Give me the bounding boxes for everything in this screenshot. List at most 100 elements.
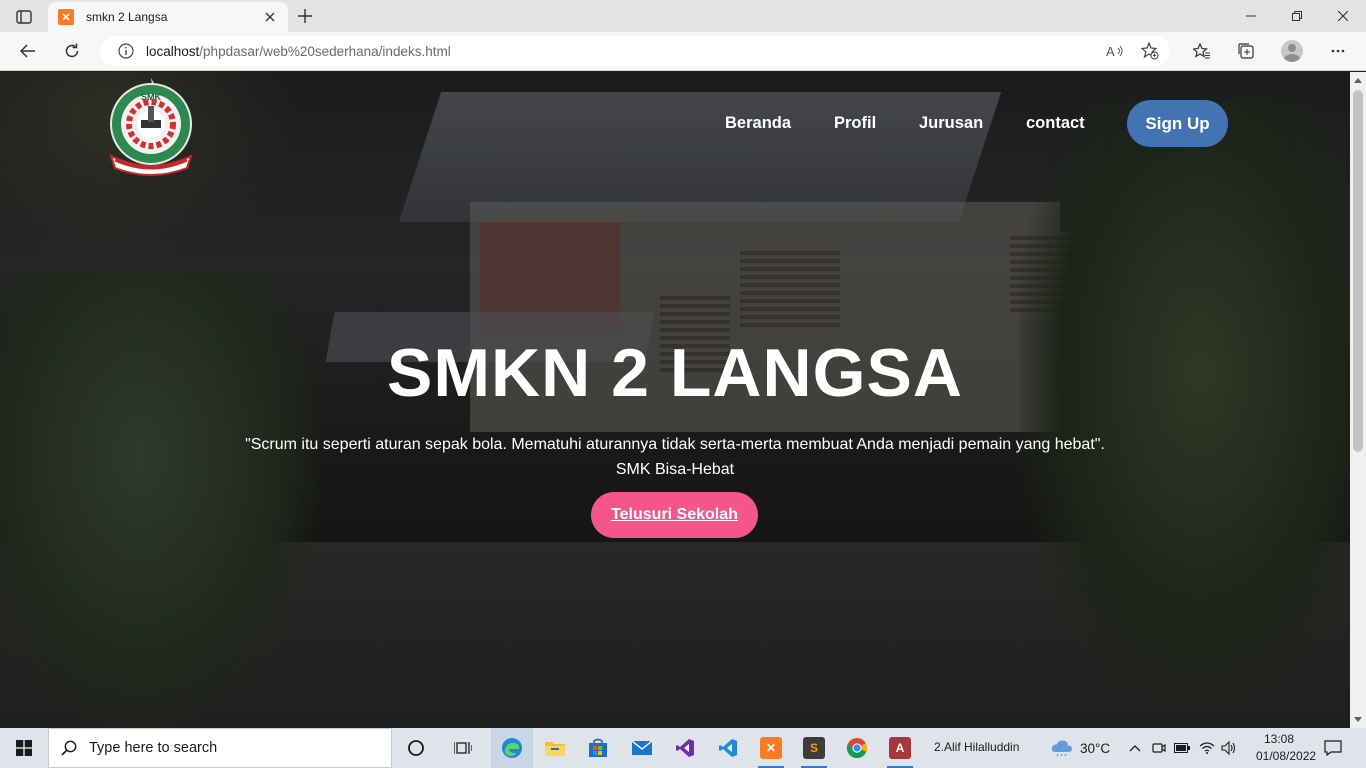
school-logo[interactable]: SMK	[101, 76, 201, 176]
weather-widget[interactable]: 30°C	[1050, 728, 1110, 768]
tab-close-icon[interactable]	[262, 9, 278, 25]
taskbar-store[interactable]	[577, 728, 619, 768]
restore-icon	[1292, 11, 1302, 21]
refresh-icon	[64, 43, 80, 59]
profile-button[interactable]	[1277, 36, 1307, 66]
taskbar-visual-studio[interactable]	[664, 728, 706, 768]
taskbar-user-label[interactable]: 2.Alif Hilalluddin	[934, 740, 1019, 754]
avatar	[1281, 40, 1303, 62]
browser-tabstrip: ✕ smkn 2 Langsa	[0, 0, 1366, 32]
tray-volume[interactable]	[1221, 740, 1237, 756]
cloud-rain-icon	[1050, 739, 1074, 757]
nav-profil[interactable]: Profil	[834, 114, 876, 133]
notification-icon	[1324, 740, 1342, 756]
chevron-up-icon	[1129, 744, 1141, 752]
browser-toolbar: localhost/phpdasar/web%20sederhana/indek…	[0, 32, 1366, 71]
search-icon	[61, 740, 77, 756]
vscode-icon	[718, 738, 738, 758]
browser-tab-active[interactable]: ✕ smkn 2 Langsa	[48, 2, 288, 32]
settings-menu-button[interactable]	[1323, 36, 1353, 66]
clock-time: 13:08	[1263, 732, 1295, 746]
xampp-favicon-icon: ✕	[58, 9, 74, 25]
folder-icon	[544, 739, 566, 757]
hero-quote: "Scrum itu seperti aturan sepak bola. Me…	[245, 436, 1105, 453]
favorites-icon	[1193, 43, 1211, 59]
nav-beranda[interactable]: Beranda	[725, 114, 791, 133]
mail-icon	[631, 740, 653, 756]
explore-school-button[interactable]: Telusuri Sekolah	[591, 492, 758, 538]
windows-logo-icon	[16, 740, 32, 756]
taskbar-edge[interactable]	[491, 728, 533, 768]
back-arrow-icon	[20, 44, 36, 58]
wifi-icon	[1199, 742, 1215, 754]
close-window-button[interactable]	[1320, 0, 1366, 32]
taskbar-search-box[interactable]: Type here to search	[48, 728, 392, 768]
windows-taskbar: Type here to search ✕ S A 2.Alif Hilallu…	[0, 728, 1366, 768]
url-text: localhost/phpdasar/web%20sederhana/indek…	[146, 44, 451, 59]
page-viewport: SMK Beranda Profil Jurusan contact Sign …	[0, 72, 1350, 728]
address-bar[interactable]: localhost/phpdasar/web%20sederhana/indek…	[100, 36, 1170, 66]
taskbar-xampp[interactable]: ✕	[750, 728, 792, 768]
minimize-icon	[1246, 15, 1256, 17]
url-host: localhost	[146, 43, 200, 59]
show-hidden-icons-button[interactable]	[1127, 740, 1143, 756]
sublime-text-icon: S	[803, 737, 825, 759]
taskbar-sublime-text[interactable]: S	[793, 728, 835, 768]
taskbar-mail[interactable]	[621, 728, 663, 768]
tray-battery[interactable]	[1174, 740, 1190, 756]
chrome-icon	[846, 737, 868, 759]
restore-button[interactable]	[1274, 0, 1320, 32]
visual-studio-icon	[675, 738, 695, 758]
taskbar-file-explorer[interactable]	[534, 728, 576, 768]
taskbar-vscode[interactable]	[707, 728, 749, 768]
read-aloud-icon[interactable]: A	[1105, 42, 1125, 60]
edge-icon	[501, 737, 523, 759]
cortana-button[interactable]	[395, 728, 437, 768]
speaker-icon	[1221, 741, 1237, 755]
tab-actions-button[interactable]	[10, 6, 38, 28]
scroll-up-arrow-icon[interactable]	[1354, 78, 1362, 83]
store-icon	[588, 738, 608, 758]
search-placeholder: Type here to search	[89, 740, 218, 756]
refresh-button[interactable]	[57, 36, 87, 66]
page-scrollbar[interactable]	[1350, 72, 1366, 728]
taskbar-clock[interactable]: 13:08 01/08/2022	[1256, 731, 1317, 765]
task-view-button[interactable]	[442, 728, 484, 768]
collections-icon	[1237, 42, 1255, 60]
tab-actions-icon	[16, 10, 32, 24]
tray-meet-now[interactable]	[1151, 740, 1167, 756]
tab-title: smkn 2 Langsa	[86, 10, 168, 24]
notification-center-button[interactable]	[1322, 738, 1344, 758]
task-view-icon	[454, 740, 472, 756]
scroll-down-arrow-icon[interactable]	[1354, 717, 1362, 722]
close-icon	[1338, 11, 1348, 21]
taskbar-access[interactable]: A	[879, 728, 921, 768]
tray-wifi[interactable]	[1199, 740, 1215, 756]
start-button[interactable]	[0, 728, 48, 768]
info-icon[interactable]	[118, 43, 134, 59]
add-favorite-icon[interactable]	[1140, 42, 1160, 60]
more-horizontal-icon	[1331, 49, 1345, 53]
plus-icon	[298, 9, 312, 23]
svg-text:SMK: SMK	[141, 92, 162, 102]
cortana-circle-icon	[407, 739, 425, 757]
favorites-button[interactable]	[1187, 36, 1217, 66]
weather-temperature: 30°C	[1080, 740, 1111, 756]
back-button[interactable]	[13, 36, 43, 66]
clock-date: 01/08/2022	[1256, 749, 1317, 763]
minimize-button[interactable]	[1228, 0, 1274, 32]
xampp-icon: ✕	[760, 737, 782, 759]
nav-contact[interactable]: contact	[1026, 114, 1085, 133]
hero-title: SMKN 2 LANGSA	[387, 335, 963, 411]
signup-button[interactable]: Sign Up	[1127, 100, 1228, 147]
taskbar-chrome[interactable]	[836, 728, 878, 768]
nav-jurusan[interactable]: Jurusan	[919, 114, 983, 133]
camera-icon	[1152, 741, 1166, 755]
scroll-thumb[interactable]	[1353, 90, 1363, 452]
battery-icon	[1174, 743, 1190, 753]
svg-text:A: A	[1106, 44, 1115, 58]
hero-tagline: SMK Bisa-Hebat	[615, 461, 735, 478]
collections-button[interactable]	[1231, 36, 1261, 66]
access-icon: A	[889, 737, 911, 759]
new-tab-button[interactable]	[292, 5, 318, 27]
